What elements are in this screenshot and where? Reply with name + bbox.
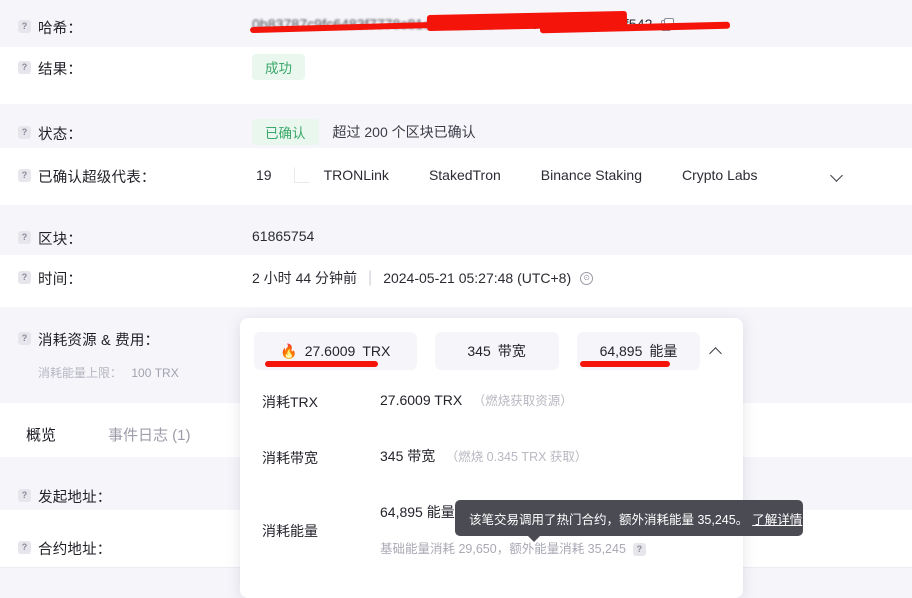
resource-detail-rows: 消耗TRX 27.6009 TRX （燃烧获取资源） 消耗带宽 345 带宽 （… <box>240 370 743 571</box>
label-super-representatives: 已确认超级代表： <box>38 170 156 186</box>
resource-sub-label-wrap: 消耗能量上限： 100 TRX <box>38 364 179 381</box>
row-label-hash: ? 哈希： <box>18 17 82 38</box>
sr-confirm-count: 19 <box>256 167 272 183</box>
resource-consumption-card: 🔥 27.6009 TRX 345 带宽 64,895 能量 消耗TRX 27.… <box>240 318 743 598</box>
resource-row-trx: 消耗TRX 27.6009 TRX （燃烧获取资源） <box>240 376 743 432</box>
chevron-down-icon[interactable] <box>831 169 844 182</box>
help-icon[interactable]: ? <box>18 169 31 182</box>
row-label-status: ? 状态： <box>18 123 82 144</box>
resource-sub-label: 消耗能量上限： <box>38 366 123 380</box>
resource-tab-trx-unit: TRX <box>362 343 391 359</box>
label-contract-address: 合约地址： <box>38 542 112 558</box>
label-result: 结果： <box>38 62 83 78</box>
time-divider: | <box>368 269 373 286</box>
help-icon[interactable]: ? <box>18 332 31 345</box>
row-label-resource: ? 消耗资源 & 费用： 消耗能量上限： 100 TRX <box>18 329 179 381</box>
chevron-up-icon[interactable] <box>710 345 723 358</box>
help-icon[interactable]: ? <box>632 542 646 556</box>
resource-tab-energy-value: 64,895 <box>599 343 643 359</box>
label-resource-fee: 消耗资源 & 费用： <box>38 333 160 349</box>
flame-icon: 🔥 <box>280 343 298 359</box>
redaction-underline-trx <box>265 361 378 367</box>
sr-logo-icon <box>293 167 310 183</box>
row-label-block: ? 区块： <box>18 228 82 249</box>
energy-tooltip: 该笔交易调用了热门合约，额外消耗能量 35,245。 了解详情 <box>455 500 803 542</box>
help-icon[interactable]: ? <box>18 489 31 502</box>
row-label-contract-address: ? 合约地址： <box>18 538 112 559</box>
help-icon[interactable]: ? <box>18 541 31 554</box>
time-absolute: 2024-05-21 05:27:48 (UTC+8) <box>383 270 572 286</box>
page-tabs: 概览 事件日志 (1) <box>0 411 217 457</box>
clock-icon[interactable]: ⊙ <box>580 271 594 285</box>
resource-row-trx-value: 27.6009 TRX <box>380 392 463 408</box>
status-badge-confirmed: 已确认 <box>252 119 319 145</box>
sr-name-stakedtron[interactable]: StakedTron <box>429 167 501 183</box>
super-representatives-value: 19 TRONLink StakedTron Binance Staking C… <box>256 167 844 183</box>
resource-sub-value: 100 TRX <box>131 366 179 380</box>
resource-row-trx-note: （燃烧获取资源） <box>472 394 573 408</box>
label-from-address: 发起地址： <box>38 490 112 506</box>
energy-breakdown: 基础能量消耗 29,650，额外能量消耗 35,245 ? <box>380 538 646 557</box>
label-block: 区块： <box>38 232 83 248</box>
resource-tab-energy-unit: 能量 <box>649 343 678 359</box>
label-status: 状态： <box>38 127 83 143</box>
label-hash: 哈希： <box>38 21 83 37</box>
row-label-result: ? 结果： <box>18 58 82 79</box>
block-number: 61865754 <box>252 228 315 244</box>
tooltip-text: 该笔交易调用了热门合约，额外消耗能量 35,245。 <box>469 512 749 527</box>
resource-row-bandwidth-note: （燃烧 0.345 TRX 获取） <box>445 450 588 464</box>
result-value: 成功 <box>252 54 305 80</box>
row-label-super-representatives: ? 已确认超级代表： <box>18 166 156 187</box>
status-badge-result: 成功 <box>252 54 305 80</box>
resource-row-bandwidth-key: 消耗带宽 <box>262 450 318 466</box>
resource-row-bandwidth-value-wrap: 345 带宽 （燃烧 0.345 TRX 获取） <box>380 446 587 466</box>
status-value: 已确认 超过 200 个区块已确认 <box>252 119 476 145</box>
sr-name-tronlink[interactable]: TRONLink <box>324 167 389 183</box>
resource-row-bandwidth-value: 345 带宽 <box>380 448 436 464</box>
resource-tab-bandwidth-unit: 带宽 <box>497 343 526 359</box>
row-label-from-address: ? 发起地址： <box>18 486 112 507</box>
label-time: 时间： <box>38 272 83 288</box>
block-value[interactable]: 61865754 <box>252 228 314 244</box>
help-icon[interactable]: ? <box>18 20 31 33</box>
resource-tab-bandwidth[interactable]: 345 带宽 <box>434 332 559 370</box>
resource-row-bandwidth: 消耗带宽 345 带宽 （燃烧 0.345 TRX 获取） <box>240 432 743 488</box>
tooltip-link[interactable]: 了解详情 <box>752 509 802 528</box>
status-note: 超过 200 个区块已确认 <box>332 124 476 140</box>
resource-tab-trx-value: 27.6009 <box>304 343 356 359</box>
row-label-time: ? 时间： <box>18 268 82 289</box>
row-stripe-result <box>0 47 912 104</box>
resource-row-trx-key: 消耗TRX <box>262 394 318 410</box>
help-icon[interactable]: ? <box>18 271 31 284</box>
tab-event-logs[interactable]: 事件日志 (1) <box>82 411 217 457</box>
sr-name-binance-staking[interactable]: Binance Staking <box>541 167 642 183</box>
redaction-underline-energy <box>580 361 670 367</box>
row-stripe-block <box>0 205 912 255</box>
resource-row-trx-value-wrap: 27.6009 TRX （燃烧获取资源） <box>380 390 573 410</box>
help-icon[interactable]: ? <box>18 231 31 244</box>
help-icon[interactable]: ? <box>18 61 31 74</box>
transaction-detail-page: ? 哈希： 0b83787c9fc6483f7778c81eee61735e f… <box>0 0 912 598</box>
resource-row-energy-key: 消耗能量 <box>262 522 318 539</box>
time-relative: 2 小时 44 分钟前 <box>252 270 358 286</box>
resource-tab-bandwidth-value: 345 <box>467 343 491 359</box>
help-icon[interactable]: ? <box>18 126 31 139</box>
sr-name-crypto-labs[interactable]: Crypto Labs <box>682 167 757 183</box>
energy-breakdown-text: 基础能量消耗 29,650，额外能量消耗 35,245 <box>380 542 626 556</box>
time-value: 2 小时 44 分钟前 | 2024-05-21 05:27:48 (UTC+8… <box>252 268 594 288</box>
tab-overview[interactable]: 概览 <box>0 411 83 457</box>
